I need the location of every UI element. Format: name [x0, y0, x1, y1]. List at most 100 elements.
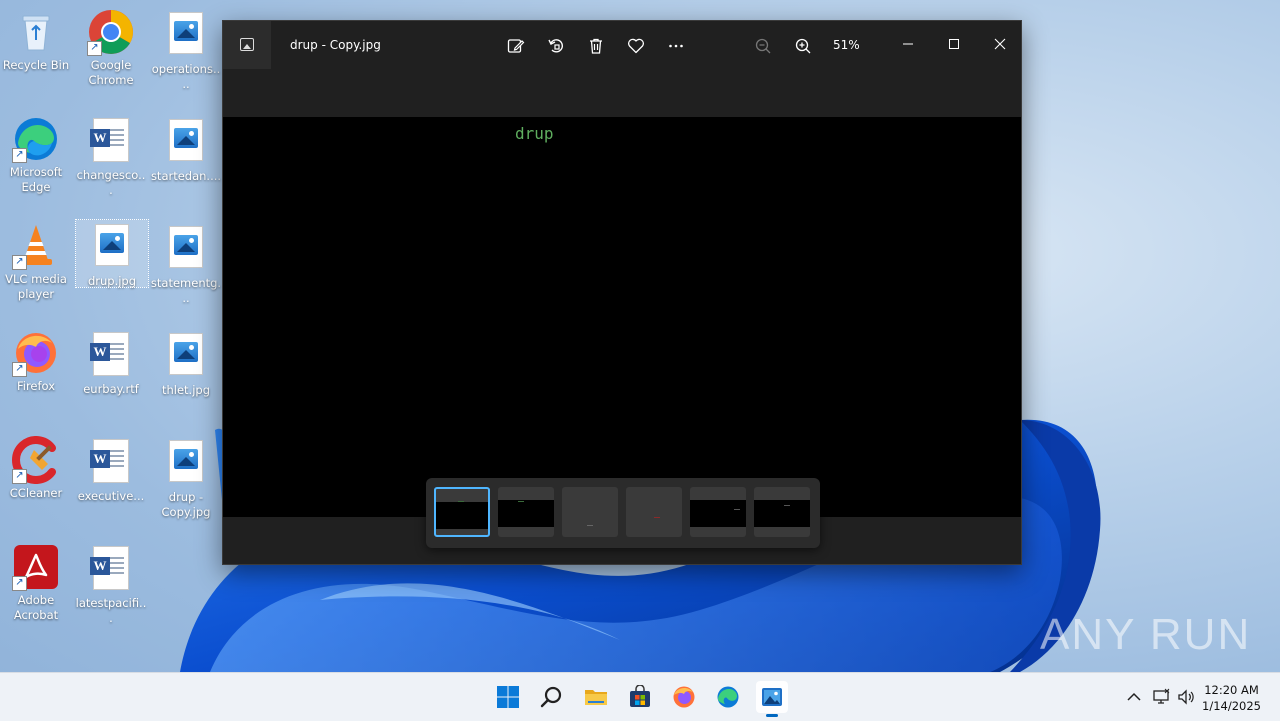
filmstrip-thumbnail[interactable] — [754, 487, 810, 537]
zoom-out-icon — [755, 38, 771, 54]
search-icon — [540, 686, 562, 708]
shortcut-arrow-icon: ↗ — [12, 148, 27, 163]
volume-icon — [1178, 689, 1194, 705]
zoom-out-button[interactable] — [752, 35, 774, 57]
word-document-icon: W — [87, 118, 135, 166]
show-hidden-icons-button[interactable] — [1124, 687, 1144, 707]
minimize-icon — [903, 43, 913, 45]
desktop-icon-label: drup.jpg — [87, 274, 137, 288]
recycle-bin-icon — [12, 8, 60, 56]
zoom-in-button[interactable] — [792, 35, 814, 57]
word-document-icon: W — [87, 546, 135, 594]
filmstrip-thumbnail[interactable] — [626, 487, 682, 537]
desktop-icon-label: startedan.... — [150, 169, 222, 183]
file-explorer-icon — [585, 690, 607, 705]
desktop-icon-label: Adobe Acrobat — [13, 593, 59, 622]
firefox-icon — [673, 686, 695, 708]
shortcut-arrow-icon: ↗ — [12, 469, 27, 484]
desktop-icon-executive[interactable]: W executive... — [75, 436, 147, 504]
desktop-icon-google-chrome[interactable]: ↗ Google Chrome — [75, 8, 147, 88]
network-status-button[interactable] — [1151, 687, 1171, 707]
favorite-button[interactable] — [625, 35, 647, 57]
photos-window[interactable]: drup - Copy.jpg 51% drup — [222, 20, 1022, 565]
filmstrip-thumbnail[interactable] — [434, 487, 490, 537]
ccleaner-icon: ↗ — [12, 436, 60, 484]
edge-icon: ↗ — [12, 115, 60, 163]
filmstrip-thumbnail[interactable] — [562, 487, 618, 537]
desktop-icon-adobe-acrobat[interactable]: ↗ Adobe Acrobat — [0, 543, 72, 623]
desktop-icon-label: executive... — [77, 489, 145, 503]
desktop-icon-label: changesco... — [76, 168, 146, 197]
desktop-icon-label: drup - Copy.jpg — [161, 490, 211, 519]
image-file-icon — [88, 224, 136, 272]
chevron-up-icon — [1127, 692, 1141, 701]
edge-icon — [717, 686, 739, 708]
rotate-button[interactable] — [545, 35, 567, 57]
desktop-icon-vlc[interactable]: ↗ VLC media player — [0, 222, 72, 302]
delete-icon — [590, 38, 602, 54]
maximize-button[interactable] — [939, 31, 969, 57]
word-document-icon: W — [87, 332, 135, 380]
desktop-icon-thlet-jpg[interactable]: thlet.jpg — [150, 329, 222, 398]
desktop-icon-recycle-bin[interactable]: Recycle Bin — [0, 8, 72, 73]
desktop-icon-microsoft-edge[interactable]: ↗ Microsoft Edge — [0, 115, 72, 195]
photos-app-icon[interactable] — [223, 21, 271, 69]
favorite-icon — [628, 38, 644, 54]
taskbar-photos[interactable] — [756, 681, 788, 717]
title-bar[interactable]: drup - Copy.jpg 51% — [223, 21, 1021, 69]
image-text: drup — [515, 124, 554, 143]
desktop-icon-label: Firefox — [16, 379, 56, 393]
delete-button[interactable] — [585, 35, 607, 57]
image-file-icon — [162, 333, 210, 381]
taskbar-search-button[interactable] — [536, 681, 568, 713]
store-icon — [630, 685, 650, 707]
desktop-icon-drup-copy-jpg[interactable]: drup - Copy.jpg — [150, 436, 222, 520]
taskbar-clock[interactable]: 12:20 AM 1/14/2025 — [1202, 682, 1261, 714]
desktop-icon-firefox[interactable]: ↗ Firefox — [0, 329, 72, 394]
clock-date: 1/14/2025 — [1202, 699, 1261, 713]
word-document-icon: W — [87, 439, 135, 487]
filmstrip-thumbnail[interactable] — [690, 487, 746, 537]
taskbar-file-explorer[interactable] — [580, 681, 612, 713]
volume-button[interactable] — [1176, 687, 1196, 707]
desktop-icon-label: Microsoft Edge — [9, 165, 63, 194]
taskbar-start-button[interactable] — [492, 681, 524, 713]
desktop-icon-startedan[interactable]: startedan.... — [150, 115, 222, 184]
desktop-icon-changesco[interactable]: W changesco... — [75, 115, 147, 198]
image-file-icon — [162, 440, 210, 488]
shortcut-arrow-icon: ↗ — [87, 41, 102, 56]
image-canvas[interactable]: drup — [223, 117, 1021, 517]
desktop-icon-drup-jpg[interactable]: drup.jpg — [75, 219, 149, 288]
desktop-icon-statementg[interactable]: statementg... — [150, 222, 222, 306]
minimize-button[interactable] — [893, 31, 923, 57]
zoom-level[interactable]: 51% — [833, 38, 860, 52]
photos-icon — [762, 688, 782, 706]
desktop-icon-operations[interactable]: operations.... — [150, 8, 222, 92]
more-options-button[interactable] — [665, 35, 687, 57]
taskbar-firefox[interactable] — [668, 681, 700, 713]
acrobat-icon: ↗ — [12, 543, 60, 591]
desktop-icon-label: eurbay.rtf — [83, 382, 139, 396]
start-icon — [497, 686, 519, 708]
taskbar: 12:20 AM 1/14/2025 — [0, 672, 1280, 721]
edit-image-button[interactable] — [505, 35, 527, 57]
filmstrip[interactable] — [426, 478, 820, 548]
image-file-icon — [162, 226, 210, 274]
desktop-icon-label: Google Chrome — [88, 58, 134, 87]
taskbar-edge[interactable] — [712, 681, 744, 713]
filmstrip-thumbnail[interactable] — [498, 487, 554, 537]
close-button[interactable] — [985, 31, 1015, 57]
desktop-icon-label: statementg... — [150, 276, 222, 305]
shortcut-arrow-icon: ↗ — [12, 362, 27, 377]
taskbar-store[interactable] — [624, 681, 656, 713]
window-title: drup - Copy.jpg — [290, 38, 381, 52]
edit-icon — [507, 39, 525, 53]
desktop-icon-latestpacifi[interactable]: W latestpacifi... — [75, 543, 147, 626]
desktop-icon-ccleaner[interactable]: ↗ CCleaner — [0, 436, 72, 501]
more-icon — [669, 44, 683, 48]
desktop-icon-eurbay-rtf[interactable]: W eurbay.rtf — [75, 329, 147, 397]
shortcut-arrow-icon: ↗ — [12, 255, 27, 270]
maximize-icon — [949, 39, 959, 49]
watermark-text: ANY RUN — [1040, 610, 1252, 659]
shortcut-arrow-icon: ↗ — [12, 576, 27, 591]
